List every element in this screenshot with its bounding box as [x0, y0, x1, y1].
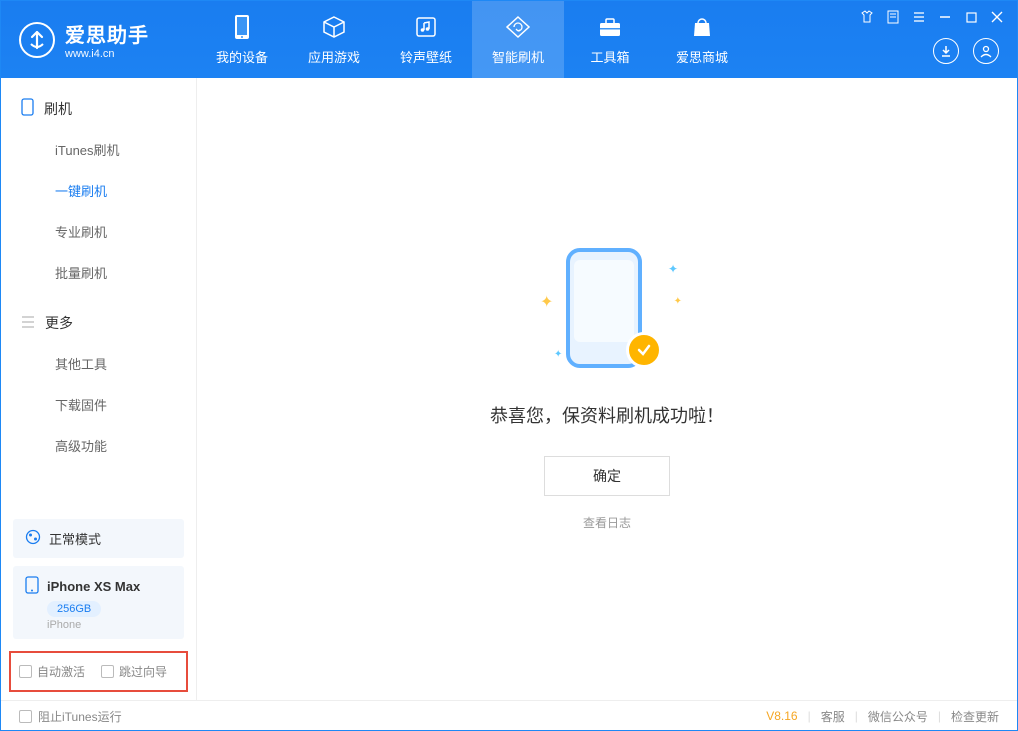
- cube-icon: [320, 13, 348, 41]
- header-actions: [933, 38, 999, 64]
- shirt-icon[interactable]: [859, 9, 875, 25]
- checkbox-icon: [19, 665, 32, 678]
- wechat-link[interactable]: 微信公众号: [868, 708, 928, 725]
- sidebar-item-batch[interactable]: 批量刷机: [1, 252, 196, 293]
- main-content: ✦ ✦ ✦ ✦ 恭喜您，保资料刷机成功啦！ 确定 查看日志: [197, 78, 1017, 700]
- device-info[interactable]: iPhone XS Max 256GB iPhone: [13, 566, 184, 639]
- minimize-icon[interactable]: [937, 9, 953, 25]
- sparkle-icon: ✦: [554, 349, 562, 360]
- sidebar-item-advanced[interactable]: 高级功能: [1, 425, 196, 466]
- list-icon: [21, 315, 35, 331]
- music-icon: [412, 13, 440, 41]
- sidebar-item-pro[interactable]: 专业刷机: [1, 211, 196, 252]
- checkbox-icon: [101, 665, 114, 678]
- success-illustration: ✦ ✦ ✦ ✦: [532, 248, 682, 378]
- checkbox-auto-activate[interactable]: 自动激活: [19, 663, 85, 680]
- ok-button[interactable]: 确定: [544, 456, 670, 496]
- profile-button[interactable]: [973, 38, 999, 64]
- window-controls: [859, 9, 1005, 25]
- sidebar-item-firmware[interactable]: 下载固件: [1, 384, 196, 425]
- checkbox-skip-guide[interactable]: 跳过向导: [101, 663, 167, 680]
- sidebar-section-more: 更多: [1, 313, 196, 343]
- refresh-icon: [504, 13, 532, 41]
- device-panel: 正常模式 iPhone XS Max 256GB iPhone: [13, 519, 184, 639]
- header: 爱思助手 www.i4.cn 我的设备 应用游戏 铃声壁纸 智能刷机 工具箱 爱…: [1, 1, 1017, 78]
- bag-icon: [688, 13, 716, 41]
- device-icon: [25, 576, 39, 597]
- sparkle-icon: ✦: [674, 296, 682, 307]
- note-icon[interactable]: [885, 9, 901, 25]
- maximize-icon[interactable]: [963, 9, 979, 25]
- nav-tab-ringtone[interactable]: 铃声壁纸: [380, 1, 472, 78]
- phone-icon: [228, 13, 256, 41]
- sidebar-section-flash: 刷机: [1, 98, 196, 129]
- sidebar-item-itunes[interactable]: iTunes刷机: [1, 129, 196, 170]
- nav-tab-tools[interactable]: 工具箱: [564, 1, 656, 78]
- app-name: 爱思助手: [65, 19, 149, 48]
- nav-tab-store[interactable]: 爱思商城: [656, 1, 748, 78]
- download-button[interactable]: [933, 38, 959, 64]
- view-log-link[interactable]: 查看日志: [583, 514, 631, 531]
- logo-area: 爱思助手 www.i4.cn: [1, 19, 196, 60]
- nav-tab-flash[interactable]: 智能刷机: [472, 1, 564, 78]
- app-logo-icon: [19, 22, 55, 58]
- close-icon[interactable]: [989, 9, 1005, 25]
- footer: 阻止iTunes运行 V8.16 | 客服 | 微信公众号 | 检查更新: [1, 700, 1017, 731]
- update-link[interactable]: 检查更新: [951, 708, 999, 725]
- sparkle-icon: ✦: [540, 292, 553, 312]
- app-url: www.i4.cn: [65, 48, 149, 60]
- block-itunes-label[interactable]: 阻止iTunes运行: [38, 708, 122, 725]
- sidebar: 刷机 iTunes刷机 一键刷机 专业刷机 批量刷机 更多 其他工具 下载固件 …: [1, 78, 197, 700]
- toolbox-icon: [596, 13, 624, 41]
- sparkle-icon: ✦: [668, 262, 678, 276]
- version-label: V8.16: [766, 709, 797, 723]
- mode-icon: [25, 529, 41, 548]
- success-message: 恭喜您，保资料刷机成功啦！: [490, 402, 724, 428]
- device-type: iPhone: [47, 619, 172, 631]
- device-mode[interactable]: 正常模式: [13, 519, 184, 558]
- support-link[interactable]: 客服: [821, 708, 845, 725]
- nav-tab-apps[interactable]: 应用游戏: [288, 1, 380, 78]
- success-check-icon: [626, 332, 662, 368]
- nav-tabs: 我的设备 应用游戏 铃声壁纸 智能刷机 工具箱 爱思商城: [196, 1, 748, 78]
- flash-options: 自动激活 跳过向导: [9, 651, 188, 692]
- storage-badge: 256GB: [47, 601, 101, 617]
- menu-icon[interactable]: [911, 9, 927, 25]
- sidebar-item-other[interactable]: 其他工具: [1, 343, 196, 384]
- phone-outline-icon: [21, 98, 34, 119]
- sidebar-item-oneclick[interactable]: 一键刷机: [1, 170, 196, 211]
- nav-tab-device[interactable]: 我的设备: [196, 1, 288, 78]
- checkbox-icon[interactable]: [19, 710, 32, 723]
